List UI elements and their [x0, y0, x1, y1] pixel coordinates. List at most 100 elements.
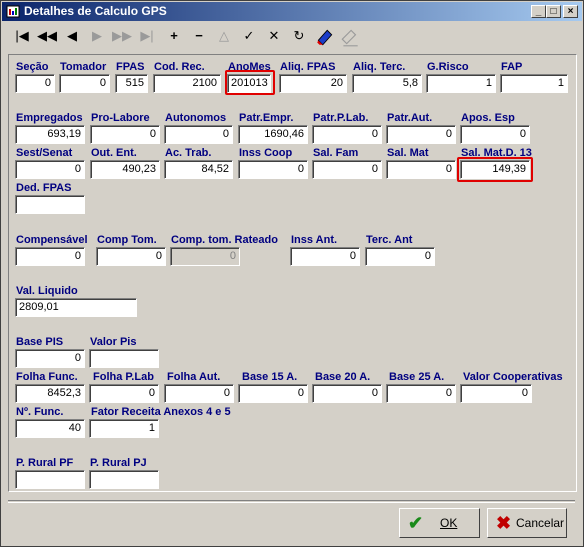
- compensavel-label: Compensável: [16, 234, 88, 246]
- base-pis-label: Base PIS: [16, 336, 64, 348]
- aliq-terc-field[interactable]: 5,8: [352, 74, 422, 93]
- val-liquido-label: Val. Liquido: [16, 285, 78, 297]
- inss-ant-field[interactable]: 0: [290, 247, 360, 266]
- fpas-label: FPAS: [116, 61, 145, 73]
- comp-tom-field[interactable]: 0: [96, 247, 166, 266]
- edit-icon[interactable]: △: [213, 26, 235, 46]
- p-rural-pf-label: P. Rural PF: [16, 457, 74, 469]
- cod-rec-label: Cod. Rec.: [154, 61, 205, 73]
- compensavel-field[interactable]: 0: [15, 247, 85, 266]
- comp-tom-label: Comp Tom.: [97, 234, 157, 246]
- last-record-icon[interactable]: ▶|: [136, 26, 158, 46]
- aliq-fpas-field[interactable]: 20: [279, 74, 347, 93]
- ded-fpas-label: Ded. FPAS: [16, 182, 72, 194]
- ac-trab-field[interactable]: 84,52: [164, 160, 233, 179]
- insert-icon[interactable]: +: [163, 26, 185, 46]
- folha-p-lab-field[interactable]: 0: [89, 384, 159, 403]
- ok-button-label: OK: [440, 516, 458, 530]
- cod-rec-field[interactable]: 2100: [153, 74, 221, 93]
- valor-pis-label: Valor Pis: [90, 336, 137, 348]
- empregados-field[interactable]: 693,19: [15, 125, 85, 144]
- base-20a-label: Base 20 A.: [315, 371, 371, 383]
- prior-record-icon[interactable]: ◀: [61, 26, 83, 46]
- minimize-button[interactable]: _: [531, 5, 546, 18]
- apos-esp-field[interactable]: 0: [460, 125, 530, 144]
- filter-icon[interactable]: [314, 27, 336, 47]
- next-record-icon[interactable]: ▶: [86, 26, 108, 46]
- fator-receita-label: Fator Receita Anexos 4 e 5: [91, 406, 231, 418]
- post-icon[interactable]: ✓: [238, 26, 260, 46]
- sest-senat-label: Sest/Senat: [16, 147, 73, 159]
- pro-labore-field[interactable]: 0: [90, 125, 160, 144]
- autonomos-label: Autonomos: [165, 112, 227, 124]
- cancel-button-label: Cancelar: [516, 516, 565, 530]
- comp-tom-rateado-label: Comp. tom. Rateado: [171, 234, 278, 246]
- fap-field[interactable]: 1: [500, 74, 568, 93]
- out-ent-field[interactable]: 490,23: [90, 160, 160, 179]
- p-rural-pf-field[interactable]: [15, 470, 85, 489]
- tomador-field[interactable]: 0: [59, 74, 110, 93]
- sal-mat-label: Sal. Mat: [387, 147, 429, 159]
- autonomos-field[interactable]: 0: [164, 125, 233, 144]
- pro-labore-label: Pro-Labore: [91, 112, 150, 124]
- app-icon: [6, 5, 20, 18]
- base-25a-field[interactable]: 0: [386, 384, 456, 403]
- patr-p-lab-field[interactable]: 0: [312, 125, 382, 144]
- secao-label: Seção: [16, 61, 49, 73]
- cancel-button[interactable]: ✖ Cancelar: [487, 508, 567, 538]
- fpas-field[interactable]: 515: [115, 74, 148, 93]
- patr-empr-field[interactable]: 1690,46: [238, 125, 308, 144]
- valor-cooperativas-field[interactable]: 0: [460, 384, 532, 403]
- patr-empr-label: Patr.Empr.: [239, 112, 294, 124]
- val-liquido-field[interactable]: 2809,01: [15, 298, 137, 317]
- patr-aut-field[interactable]: 0: [386, 125, 456, 144]
- secao-field[interactable]: 0: [15, 74, 55, 93]
- clear-filter-icon[interactable]: [339, 27, 361, 47]
- bottom-separator: [8, 500, 575, 503]
- maximize-button[interactable]: □: [546, 5, 561, 18]
- prior-page-icon[interactable]: ◀◀: [36, 26, 58, 46]
- fator-receita-field[interactable]: 1: [89, 419, 159, 438]
- comp-tom-rateado-field[interactable]: 0: [170, 247, 240, 266]
- patr-p-lab-label: Patr.P.Lab.: [313, 112, 369, 124]
- apos-esp-label: Apos. Esp: [461, 112, 515, 124]
- aliq-terc-label: Aliq. Terc.: [353, 61, 406, 73]
- title-bar[interactable]: Detalhes de Calculo GPS _ □ ×: [2, 2, 582, 21]
- highlight-box-anomes: [225, 70, 275, 95]
- ac-trab-label: Ac. Trab.: [165, 147, 212, 159]
- first-record-icon[interactable]: |◀: [11, 26, 33, 46]
- inss-coop-field[interactable]: 0: [238, 160, 308, 179]
- out-ent-label: Out. Ent.: [91, 147, 137, 159]
- folha-aut-label: Folha Aut.: [167, 371, 221, 383]
- folha-func-field[interactable]: 8452,3: [15, 384, 85, 403]
- empregados-label: Empregados: [16, 112, 83, 124]
- valor-cooperativas-label: Valor Cooperativas: [463, 371, 563, 383]
- base-15a-field[interactable]: 0: [238, 384, 308, 403]
- inss-ant-label: Inss Ant.: [291, 234, 338, 246]
- refresh-icon[interactable]: ↻: [288, 26, 310, 46]
- n-func-field[interactable]: 40: [15, 419, 85, 438]
- cancel-edit-icon[interactable]: ✕: [263, 26, 285, 46]
- dialog-window: Detalhes de Calculo GPS _ □ × |◀ ◀◀ ◀ ▶ …: [0, 0, 584, 547]
- fap-label: FAP: [501, 61, 523, 73]
- ok-button[interactable]: ✔ OK: [399, 508, 480, 538]
- sal-fam-field[interactable]: 0: [312, 160, 382, 179]
- ded-fpas-field[interactable]: [15, 195, 85, 214]
- next-page-icon[interactable]: ▶▶: [111, 26, 133, 46]
- valor-pis-field[interactable]: [89, 349, 159, 368]
- close-button[interactable]: ×: [563, 5, 578, 18]
- n-func-label: Nº. Func.: [16, 406, 64, 418]
- g-risco-field[interactable]: 1: [426, 74, 496, 93]
- folha-func-label: Folha Func.: [16, 371, 78, 383]
- p-rural-pj-field[interactable]: [89, 470, 159, 489]
- terc-ant-field[interactable]: 0: [365, 247, 435, 266]
- delete-icon[interactable]: −: [188, 26, 210, 46]
- p-rural-pj-label: P. Rural PJ: [90, 457, 147, 469]
- sest-senat-field[interactable]: 0: [15, 160, 85, 179]
- base-20a-field[interactable]: 0: [312, 384, 382, 403]
- folha-aut-field[interactable]: 0: [164, 384, 234, 403]
- base-pis-field[interactable]: 0: [15, 349, 85, 368]
- x-icon: ✖: [496, 513, 512, 533]
- sal-mat-field[interactable]: 0: [386, 160, 456, 179]
- tomador-label: Tomador: [60, 61, 107, 73]
